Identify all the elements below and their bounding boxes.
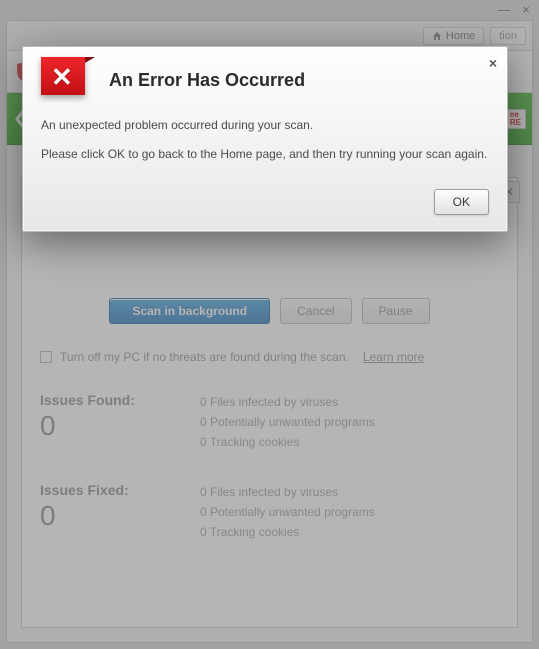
dialog-close-icon[interactable]: × bbox=[489, 55, 497, 71]
dialog-message-2: Please click OK to go back to the Home p… bbox=[41, 146, 489, 163]
error-icon: ✕ bbox=[41, 55, 97, 99]
dialog-title: An Error Has Occurred bbox=[109, 70, 305, 91]
dialog-message-1: An unexpected problem occurred during yo… bbox=[41, 117, 489, 134]
error-dialog: × ✕ An Error Has Occurred An unexpected … bbox=[22, 46, 508, 232]
ok-button[interactable]: OK bbox=[434, 189, 489, 215]
dialog-body: An unexpected problem occurred during yo… bbox=[41, 117, 489, 163]
